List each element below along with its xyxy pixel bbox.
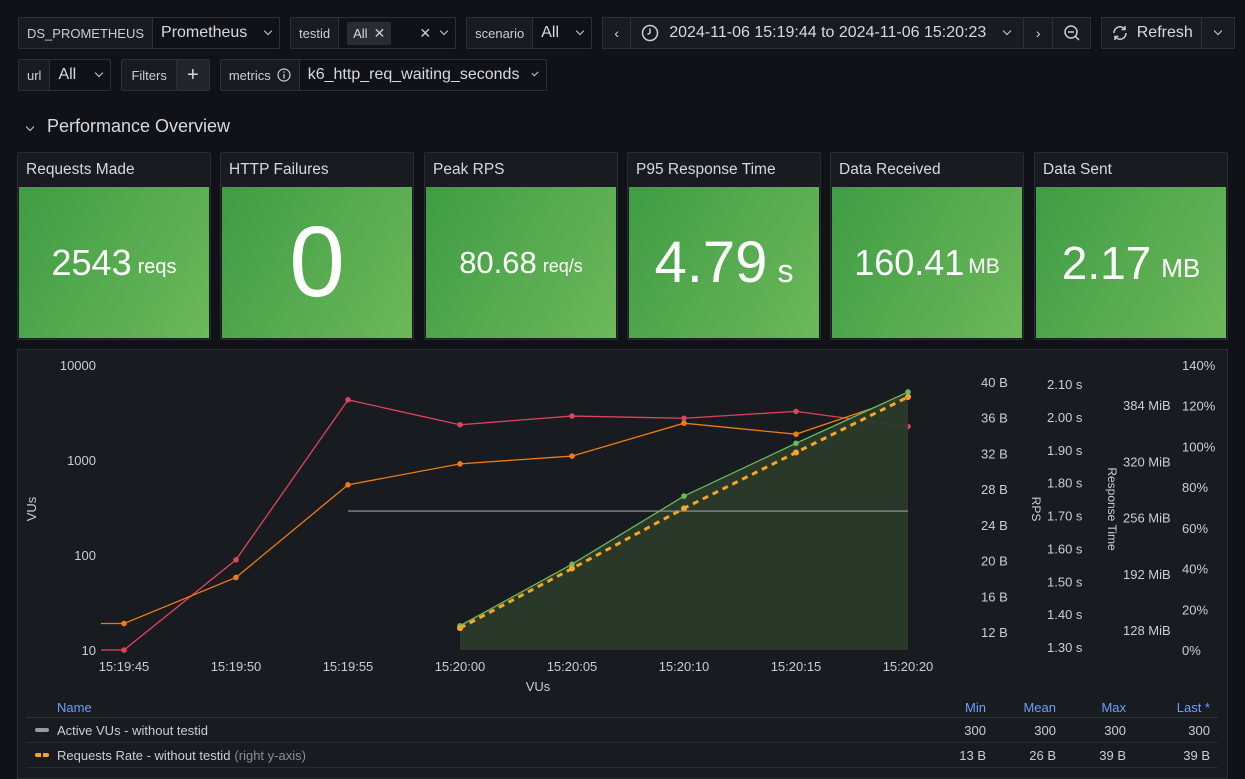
requests-rate-without-testid-point bbox=[793, 449, 799, 456]
legend-max: 300 bbox=[1104, 722, 1126, 738]
requests-rate-without-testid-point bbox=[457, 625, 463, 632]
x-tick-label: 15:19:45 bbox=[99, 659, 150, 674]
right-y-tick-label: 20% bbox=[1182, 602, 1208, 617]
x-tick-label: 15:20:20 bbox=[883, 659, 934, 674]
x-tick-label: 15:19:55 bbox=[323, 659, 374, 674]
legend-mean: 26 B bbox=[1029, 747, 1056, 763]
legend-series-name: Active VUs - without testid bbox=[57, 722, 208, 738]
legend-header-max[interactable]: Max bbox=[1058, 700, 1128, 715]
green-series-area bbox=[460, 391, 908, 650]
chart-legend: Name Min Mean Max Last * Active VUs - wi… bbox=[26, 697, 1218, 768]
x-tick-label: 15:20:15 bbox=[771, 659, 822, 674]
y-tick-label: 1000 bbox=[67, 453, 96, 468]
right-y-tick-label: 28 B bbox=[981, 482, 1008, 497]
orange-series-point bbox=[233, 574, 239, 581]
legend-header-name[interactable]: Name bbox=[26, 700, 918, 715]
right-y-tick-label: 384 MiB bbox=[1123, 398, 1171, 413]
red-series-point bbox=[793, 408, 799, 415]
red-series-point bbox=[457, 421, 463, 428]
y-tick-label: 10000 bbox=[60, 358, 96, 373]
right-y-tick-label: 24 B bbox=[981, 518, 1008, 533]
right-y-tick-label: 32 B bbox=[981, 446, 1008, 461]
legend-min: 300 bbox=[964, 722, 986, 738]
right-y-tick-label: 140% bbox=[1182, 358, 1216, 373]
orange-series-point bbox=[457, 461, 463, 467]
right-y-tick-label: 36 B bbox=[981, 411, 1008, 426]
right-y-tick-label: 1.80 s bbox=[1047, 476, 1083, 491]
y-tick-label: 10 bbox=[82, 643, 96, 658]
right-y-tick-label: 40 B bbox=[981, 375, 1008, 390]
right-y-tick-label: 192 MiB bbox=[1123, 567, 1171, 582]
right-y-tick-label: 60% bbox=[1182, 521, 1208, 536]
x-tick-label: 15:20:10 bbox=[659, 659, 710, 674]
orange-series-point bbox=[681, 420, 687, 426]
legend-row[interactable]: Active VUs - without testid 300 300 300 … bbox=[26, 718, 1218, 743]
right-y-tick-label: 2.00 s bbox=[1047, 410, 1083, 425]
right-y-tick-label: 12 B bbox=[981, 625, 1008, 640]
x-tick-label: 15:19:50 bbox=[211, 659, 262, 674]
green-series-point bbox=[905, 389, 911, 395]
right-y-tick-label: 16 B bbox=[981, 589, 1008, 604]
requests-rate-without-testid-point bbox=[905, 394, 911, 401]
right-y-tick-label: 1.40 s bbox=[1047, 607, 1083, 622]
right-y-tick-label: 80% bbox=[1182, 480, 1208, 495]
orange-series-point bbox=[793, 431, 799, 437]
x-axis-label: VUs bbox=[526, 679, 551, 694]
red-series-point bbox=[233, 557, 239, 563]
red-series-point bbox=[681, 415, 687, 422]
right-y-tick-label: 120% bbox=[1182, 399, 1216, 414]
legend-header-last[interactable]: Last * bbox=[1128, 700, 1218, 715]
green-series-point bbox=[793, 440, 799, 447]
legend-header-min[interactable]: Min bbox=[918, 700, 988, 715]
legend-header-mean[interactable]: Mean bbox=[988, 700, 1058, 715]
right-y-tick-label: 1.60 s bbox=[1047, 541, 1083, 556]
series-swatch-icon bbox=[35, 728, 49, 732]
y-axis-label: VUs bbox=[24, 496, 39, 521]
right-y-tick-label: 256 MiB bbox=[1123, 511, 1171, 526]
legend-last: 39 B bbox=[1183, 747, 1210, 763]
orange-series-point bbox=[345, 482, 351, 488]
legend-mean: 300 bbox=[1034, 722, 1056, 738]
right-y-tick-label: 0% bbox=[1182, 643, 1201, 658]
right-y-tick-label: 1.30 s bbox=[1047, 640, 1083, 655]
red-series-point bbox=[345, 397, 351, 403]
series-dashed-swatch-icon bbox=[35, 753, 49, 757]
legend-last: 300 bbox=[1188, 722, 1210, 738]
y-tick-label: 100 bbox=[74, 548, 96, 563]
right-y-tick-label: 128 MiB bbox=[1123, 623, 1171, 638]
right-y-tick-label: 40% bbox=[1182, 562, 1208, 577]
legend-header: Name Min Mean Max Last * bbox=[26, 697, 1218, 718]
right-axis-label-response-time: Response Time bbox=[1105, 467, 1119, 551]
right-y-tick-label: 1.90 s bbox=[1047, 443, 1083, 458]
requests-rate-without-testid-point bbox=[681, 505, 687, 512]
legend-series-note: (right y-axis) bbox=[234, 747, 306, 763]
right-y-tick-label: 2.10 s bbox=[1047, 377, 1083, 392]
legend-row[interactable]: Requests Rate - without testid (right y-a… bbox=[26, 743, 1218, 768]
legend-min: 13 B bbox=[959, 747, 986, 763]
legend-max: 39 B bbox=[1099, 747, 1126, 763]
legend-series-name: Requests Rate - without testid bbox=[57, 747, 231, 763]
green-series-point bbox=[681, 493, 687, 499]
timeseries-chart[interactable]: 10 100 1000 10000 15:19:45 15:19:50 15:19:55 1… bbox=[0, 0, 1245, 700]
right-y-tick-label: 20 B bbox=[981, 554, 1008, 569]
right-y-tick-label: 320 MiB bbox=[1123, 454, 1171, 469]
x-tick-label: 15:20:00 bbox=[435, 659, 486, 674]
right-axis-label-rps: RPS bbox=[1029, 497, 1043, 522]
orange-series-point bbox=[569, 453, 575, 459]
right-y-tick-label: 1.50 s bbox=[1047, 574, 1083, 589]
right-y-tick-label: 1.70 s bbox=[1047, 509, 1083, 524]
requests-rate-without-testid-point bbox=[569, 565, 575, 572]
right-y-tick-label: 100% bbox=[1182, 439, 1216, 454]
red-series-point bbox=[569, 413, 575, 419]
x-tick-label: 15:20:05 bbox=[547, 659, 598, 674]
